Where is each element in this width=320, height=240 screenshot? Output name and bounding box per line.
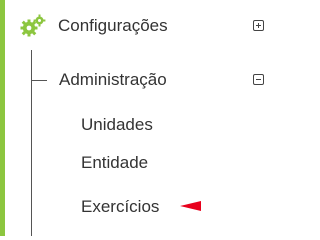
menu-group-label: Administração — [59, 70, 167, 89]
submenu-item-exercicios[interactable]: Exercícios — [0, 190, 277, 224]
submenu-item-label: Unidades — [81, 115, 153, 134]
submenu-item-label: Exercícios — [81, 197, 160, 216]
submenu-item-unidades[interactable]: Unidades — [0, 108, 277, 142]
submenu-item-entidade[interactable]: Entidade — [0, 146, 277, 180]
submenu-item-label: Entidade — [81, 153, 149, 172]
menu-item-configuracoes[interactable]: Configurações — [0, 9, 277, 43]
collapse-minus-icon[interactable] — [253, 74, 264, 85]
gears-icon — [20, 14, 46, 37]
expand-plus-icon[interactable] — [253, 20, 264, 31]
menu-group-administracao[interactable]: Administração — [0, 63, 277, 97]
red-arrow-pointer-icon — [180, 201, 201, 211]
menu-item-label: Configurações — [58, 16, 168, 35]
